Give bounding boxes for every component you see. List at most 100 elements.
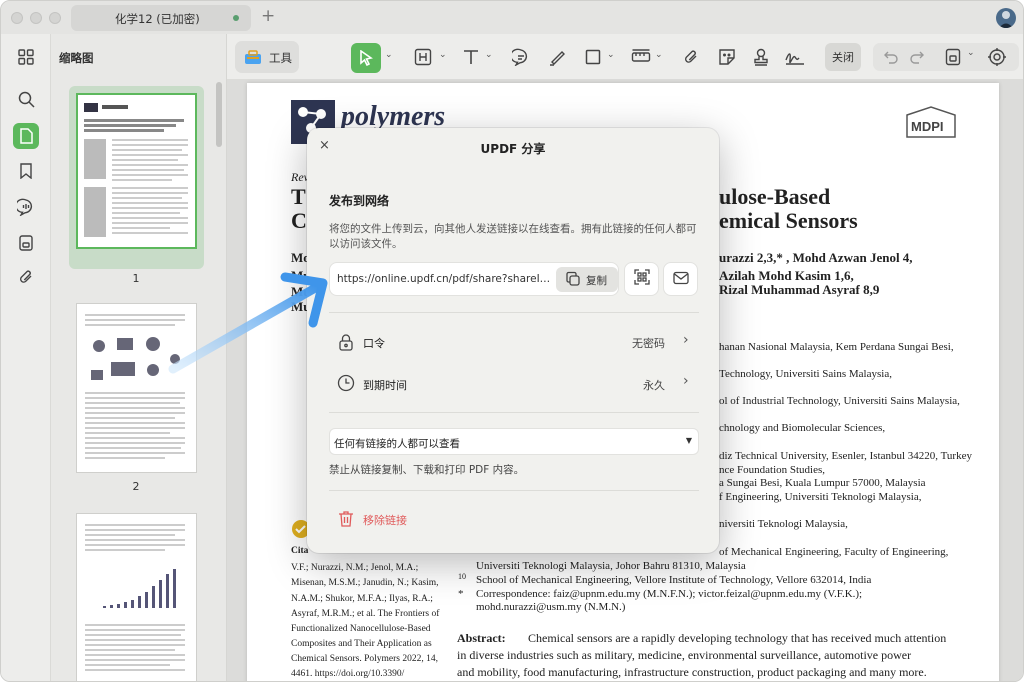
chevron-right-icon[interactable]: ›: [683, 332, 689, 348]
redo-icon[interactable]: [909, 49, 925, 69]
citation-line: V.F.; Nurazzi, N.M.; Jenol, M.A.;: [291, 563, 419, 573]
copy-link-button[interactable]: 复制: [556, 267, 618, 292]
affiliation-bullet: *: [458, 588, 464, 600]
history-group: ⌄: [873, 43, 1019, 71]
main-toolbar: 工具 ⌄ ⌄ ⌄ ⌄ ⌄ 关闭 ⌄: [227, 34, 1023, 80]
chevron-down-icon[interactable]: ⌄: [655, 50, 663, 60]
copy-icon: [565, 271, 581, 291]
affiliation-line: chnology and Biomolecular Sciences,: [719, 422, 886, 434]
sticker-icon[interactable]: [715, 45, 739, 69]
ai-assistant-icon[interactable]: [987, 47, 1007, 71]
thumbnail-page-2[interactable]: 2: [69, 296, 204, 493]
affiliation-line: niversiti Teknologi Malaysia,: [719, 518, 848, 530]
tools-label: 工具: [269, 51, 292, 65]
chevron-right-icon[interactable]: ›: [683, 373, 689, 389]
share-dialog: × UPDF 分享 发布到网络 将您的文件上传到云，向其他人发送链接以在线查看。…: [307, 128, 719, 553]
measure-tool-icon[interactable]: [629, 45, 653, 69]
remove-link-button[interactable]: 移除链接: [363, 512, 407, 528]
expiry-value[interactable]: 永久: [643, 377, 665, 393]
search-icon[interactable]: [13, 86, 39, 112]
clock-icon: [335, 372, 357, 394]
thumbnail-page-1[interactable]: 1: [69, 86, 204, 285]
thumbnail-scrollbar[interactable]: [216, 82, 222, 147]
title-bar: 化学12 (已加密) +: [1, 1, 1023, 34]
author-line: Rizal Muhammad Asyraf 8,9: [719, 282, 880, 297]
chevron-down-icon[interactable]: ⌄: [607, 50, 615, 60]
chevron-down-icon[interactable]: ⌄: [967, 48, 975, 58]
citation-line: Functionalized Nanocellulose-Based: [291, 624, 431, 634]
paperclip-icon[interactable]: [13, 264, 39, 290]
document-tab[interactable]: 化学12 (已加密): [71, 5, 251, 31]
title-fragment: T: [291, 184, 306, 209]
signature-icon[interactable]: [783, 45, 807, 69]
affiliation-line: School of Mechanical Engineering, Vellor…: [476, 574, 872, 586]
text-box-icon[interactable]: [411, 45, 435, 69]
password-value[interactable]: 无密码: [632, 335, 665, 351]
mail-icon: [672, 270, 689, 289]
share-link-url[interactable]: https://online.updf.cn/pdf/share?shareId…: [337, 273, 552, 285]
section-title: 发布到网络: [329, 194, 390, 208]
close-tool-button[interactable]: 关闭: [825, 43, 861, 71]
zoom-window-button[interactable]: [49, 12, 61, 24]
affiliation-line: of Mechanical Engineering, Faculty of En…: [719, 546, 949, 558]
undo-icon[interactable]: [883, 49, 899, 69]
caret-down-icon: ▼: [685, 436, 692, 445]
citation-line: Chemical Sensors. Polymers 2022, 14,: [291, 654, 438, 664]
affiliation-line: ol of Industrial Technology, Universiti …: [719, 395, 960, 407]
thumbnail-image: [76, 93, 197, 249]
affiliation-line: Universiti Teknologi Malaysia, Johor Bah…: [476, 560, 746, 572]
divider: [329, 490, 699, 491]
text-tool-icon[interactable]: [459, 45, 483, 69]
rectangle-tool-icon[interactable]: [581, 45, 605, 69]
select-tool-icon[interactable]: [351, 43, 381, 73]
lock-icon: [335, 331, 357, 353]
expiry-label: 到期时间: [363, 379, 407, 392]
affiliation-line: diz Technical University, Esenler, Istan…: [719, 450, 972, 462]
app-window: 化学12 (已加密) + 缩略图 1 2 工具 ⌄ ⌄ ⌄ ⌄ ⌄ 关闭 ⌄ p…: [0, 0, 1024, 682]
close-window-button[interactable]: [11, 12, 23, 24]
grid-icon[interactable]: [13, 44, 39, 70]
email-share-button[interactable]: [663, 262, 698, 296]
citation-line: N.A.M.; Shukor, M.F.A.; Ilyas, R.A.;: [291, 594, 433, 604]
thumbnail-image: [76, 513, 197, 681]
tools-button[interactable]: 工具: [235, 41, 299, 73]
save-icon[interactable]: [945, 48, 961, 70]
comment-tool-icon[interactable]: [509, 45, 533, 69]
stamp-icon[interactable]: [749, 45, 773, 69]
attachment-page-icon[interactable]: [13, 230, 39, 256]
affiliation-line: a Sungai Besi, Kuala Lumpur 57000, Malay…: [719, 477, 926, 489]
toolbox-icon: [244, 49, 262, 69]
chevron-down-icon[interactable]: ⌄: [439, 50, 447, 60]
bookmark-icon[interactable]: [13, 158, 39, 184]
chevron-down-icon[interactable]: ⌄: [385, 50, 393, 60]
qr-code-button[interactable]: [624, 262, 659, 296]
avatar[interactable]: [996, 8, 1016, 28]
access-select-value: 任何有链接的人都可以查看: [334, 438, 460, 450]
new-tab-button[interactable]: +: [261, 6, 275, 26]
correspondence-line: Correspondence: faiz@upnm.edu.my (M.N.F.…: [476, 588, 863, 600]
author-line: urazzi 2,3,* , Mohd Azwan Jenol 4,: [719, 250, 913, 265]
access-select[interactable]: 任何有链接的人都可以查看 ▼: [329, 428, 699, 455]
attachment-tool-icon[interactable]: [679, 45, 703, 69]
share-link-field[interactable]: https://online.updf.cn/pdf/share?shareId…: [329, 262, 619, 296]
highlighter-icon[interactable]: [545, 45, 569, 69]
affiliation-number: 10: [458, 572, 466, 581]
comment-icon[interactable]: [13, 194, 39, 220]
password-label: 口令: [363, 337, 385, 350]
thumbnail-page-3[interactable]: [69, 506, 204, 681]
chevron-down-icon[interactable]: ⌄: [485, 50, 493, 60]
tab-status-dot: [233, 15, 239, 21]
title-fragment: emical Sensors: [719, 208, 858, 233]
abstract-line: in diverse industries such as military, …: [457, 648, 912, 662]
abstract-label: Abstract:: [457, 631, 506, 645]
affiliation-line: f Engineering, Universiti Teknologi Mala…: [719, 491, 922, 503]
minimize-window-button[interactable]: [30, 12, 42, 24]
citation-line: 4461. https://doi.org/10.3390/: [291, 669, 405, 679]
trash-icon[interactable]: [335, 508, 357, 530]
restriction-note: 禁止从链接复制、下载和打印 PDF 内容。: [329, 464, 525, 476]
affiliation-line: Technology, Universiti Sains Malaysia,: [719, 368, 892, 380]
page-icon[interactable]: [13, 123, 39, 149]
title-fragment: C: [291, 208, 307, 233]
divider: [329, 312, 699, 313]
thumbnail-panel: 缩略图 1 2: [51, 34, 227, 681]
